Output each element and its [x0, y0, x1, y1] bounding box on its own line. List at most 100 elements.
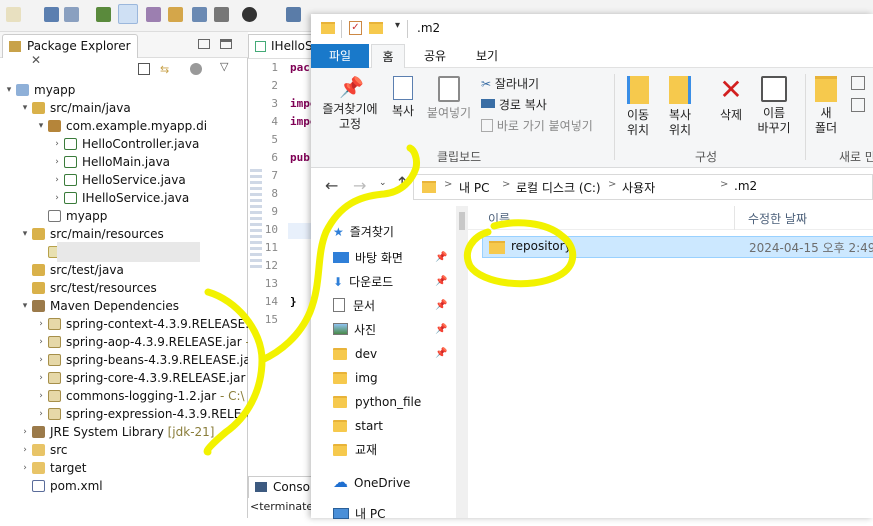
quick-access-dropdown-icon[interactable]: ▾: [395, 20, 400, 31]
chevron-right-icon[interactable]: ›: [52, 171, 62, 189]
pin-icon[interactable]: 📌: [435, 300, 447, 311]
pilcrow-icon[interactable]: [214, 7, 229, 22]
tab-editor[interactable]: IHelloS: [248, 34, 318, 58]
chevron-right-icon[interactable]: ›: [36, 387, 46, 405]
breadcrumb-item[interactable]: 로컬 디스크 (C:): [516, 179, 601, 196]
chevron-right-icon[interactable]: ›: [52, 153, 62, 171]
easy-access-icon[interactable]: [851, 98, 865, 112]
tree-item[interactable]: › spring-context-4.3.9.RELEASE.j: [0, 315, 252, 333]
tree-item[interactable]: › spring-beans-4.3.9.RELEASE.jar: [0, 351, 255, 369]
tree-item[interactable]: › IHelloService.java: [0, 189, 248, 207]
tree-item[interactable]: › commons-logging-1.2.jar - C:\: [0, 387, 248, 405]
tree-item[interactable]: › target: [0, 459, 248, 477]
collapse-all-icon[interactable]: [138, 63, 150, 75]
link-with-editor-icon[interactable]: ⇆: [160, 63, 174, 76]
tree-item[interactable]: ▾ src/main/resources: [0, 225, 248, 243]
tree-item[interactable]: › HelloController.java: [0, 135, 248, 153]
column-divider[interactable]: [734, 206, 735, 230]
tree-item[interactable]: › JRE System Library [jdk-21]: [0, 423, 248, 441]
pin-quick-access-button[interactable]: 📌 즐겨찾기에 고정: [317, 76, 383, 132]
pin-icon[interactable]: 📌: [435, 276, 447, 287]
scrollbar-thumb[interactable]: [459, 212, 465, 230]
chevron-right-icon[interactable]: ›: [52, 135, 62, 153]
run-icon[interactable]: [146, 7, 161, 22]
tree-item[interactable]: src/test/java: [0, 261, 248, 279]
copy-button[interactable]: 복사: [385, 76, 421, 119]
paste-button[interactable]: 붙여넣기: [423, 76, 475, 121]
tree-item[interactable]: › spring-aop-4.3.9.RELEASE.jar -: [0, 333, 250, 351]
move-to-button[interactable]: 이동 위치: [619, 76, 657, 138]
navigation-scrollbar[interactable]: [456, 206, 468, 518]
back-icon[interactable]: ←: [325, 176, 338, 195]
pin-icon[interactable]: 📌: [435, 324, 447, 335]
tree-item[interactable]: › spring-core-4.3.9.RELEASE.jar -: [0, 369, 253, 387]
chevron-down-icon[interactable]: ▾: [20, 297, 30, 315]
cut-button[interactable]: ✂ 잘라내기: [481, 74, 539, 94]
nav-item[interactable]: ☁ OneDrive: [333, 470, 453, 494]
tree-item[interactable]: src/test/resources: [0, 279, 248, 297]
tab-home[interactable]: 홈: [371, 44, 405, 68]
minimize-icon[interactable]: [198, 39, 210, 49]
up-icon[interactable]: ↑: [395, 174, 409, 194]
chevron-right-icon[interactable]: ›: [36, 333, 46, 351]
pin-icon[interactable]: 📌: [435, 348, 447, 359]
new-folder-button[interactable]: 새 폴더: [809, 76, 843, 136]
nav-item[interactable]: python_file: [333, 390, 453, 414]
new-folder-quick-icon[interactable]: [369, 22, 383, 34]
tree-item[interactable]: › HelloService.java: [0, 171, 248, 189]
chevron-right-icon[interactable]: ›: [20, 459, 30, 477]
chevron-right-icon[interactable]: ›: [52, 189, 62, 207]
tree-item[interactable]: › HelloMain.java: [0, 153, 248, 171]
chevron-down-icon[interactable]: ▾: [20, 99, 30, 117]
tree-item[interactable]: ▾ Maven Dependencies: [0, 297, 248, 315]
open-type-icon[interactable]: [168, 7, 183, 22]
copy-to-button[interactable]: 복사 위치: [661, 76, 699, 138]
nav-item[interactable]: 내 PC: [333, 502, 453, 526]
chevron-right-icon[interactable]: ›: [36, 315, 46, 333]
nav-item[interactable]: ★ 즐겨찾기: [333, 220, 453, 244]
tab-package-explorer[interactable]: Package Explorer ✕: [2, 34, 138, 67]
file-row[interactable]: repository 2024-04-15 오후 2:49: [482, 236, 873, 258]
breadcrumb-item[interactable]: .m2: [734, 179, 757, 193]
breadcrumb-item[interactable]: 내 PC: [459, 179, 489, 196]
tree-item[interactable]: › src: [0, 441, 248, 459]
nav-item[interactable]: start: [333, 414, 453, 438]
debug-icon[interactable]: [96, 7, 111, 22]
forward-icon[interactable]: →: [353, 176, 366, 195]
copy-path-button[interactable]: 경로 복사: [481, 95, 547, 115]
recent-locations-icon[interactable]: ⌄: [379, 178, 387, 188]
chevron-right-icon[interactable]: ›: [36, 405, 46, 423]
nav-item[interactable]: img: [333, 366, 453, 390]
pin-icon[interactable]: 📌: [435, 252, 447, 263]
new-item-icon[interactable]: [851, 76, 865, 90]
delete-button[interactable]: ✕ 삭제: [711, 76, 751, 123]
column-modified[interactable]: 수정한 날짜: [748, 210, 807, 227]
properties-icon[interactable]: ✓: [349, 21, 362, 35]
tree-item[interactable]: myapp: [0, 207, 248, 225]
tree-item[interactable]: ▾ myapp: [0, 81, 248, 99]
tab-share[interactable]: 공유: [415, 44, 455, 68]
new-icon[interactable]: [6, 7, 21, 22]
column-name[interactable]: 이름: [488, 210, 510, 227]
team-icon[interactable]: [242, 7, 257, 22]
save-all-icon[interactable]: [64, 7, 79, 22]
tree-item[interactable]: › spring-expression-4.3.9.RELEAS: [0, 405, 257, 423]
breadcrumb-item[interactable]: 사용자: [622, 179, 655, 196]
tab-file[interactable]: 파일: [311, 44, 369, 68]
view-menu-icon[interactable]: ▽: [220, 60, 228, 73]
chevron-down-icon[interactable]: ▾: [36, 117, 46, 135]
tab-view[interactable]: 보기: [467, 44, 507, 68]
chevron-right-icon[interactable]: ›: [20, 423, 30, 441]
filters-icon[interactable]: [190, 63, 202, 75]
chevron-down-icon[interactable]: ▾: [4, 81, 14, 99]
tree-item[interactable]: ▾ com.example.myapp.di: [0, 117, 248, 135]
address-bar[interactable]: > 내 PC > 로컬 디스크 (C:) > 사용자 > .m2: [413, 174, 873, 200]
save-icon[interactable]: [44, 7, 59, 22]
skip-breakpoints-icon[interactable]: [118, 4, 138, 24]
rename-button[interactable]: 이름 바꾸기: [753, 76, 795, 136]
chevron-down-icon[interactable]: ▾: [20, 225, 30, 243]
chevron-right-icon[interactable]: ›: [36, 369, 46, 387]
tree-item[interactable]: pom.xml: [0, 477, 248, 495]
tree-item[interactable]: ▾ src/main/java: [0, 99, 248, 117]
chevron-right-icon[interactable]: ›: [36, 351, 46, 369]
